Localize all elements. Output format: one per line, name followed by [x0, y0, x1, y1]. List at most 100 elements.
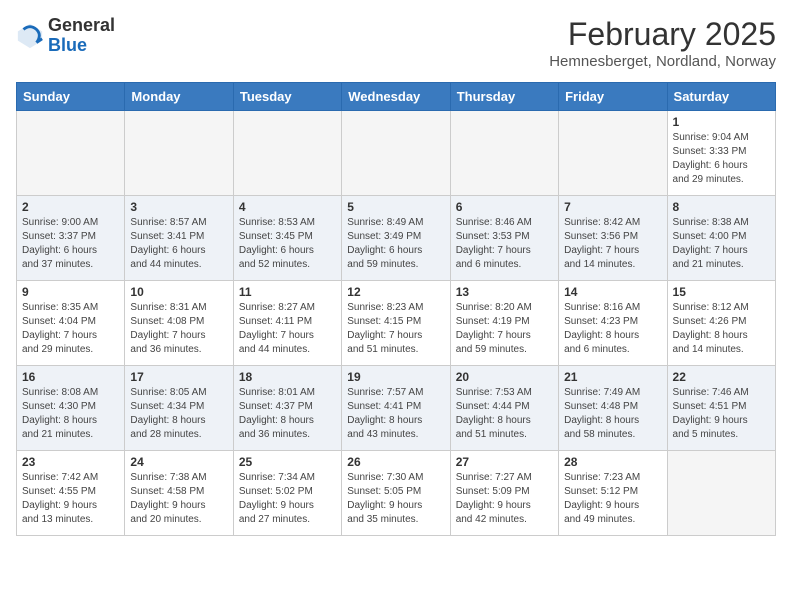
calendar-cell: 24 Sunrise: 7:38 AM Sunset: 4:58 PM Dayli… [125, 451, 233, 536]
calendar-cell: 20 Sunrise: 7:53 AM Sunset: 4:44 PM Dayli… [450, 366, 558, 451]
day-info: Sunrise: 7:23 AM Sunset: 5:12 PM Dayligh… [564, 471, 661, 527]
day-number: 19 [347, 370, 444, 384]
week-row-1: 1Sunrise: 9:04 AM Sunset: 3:33 PM Daylig… [17, 111, 776, 196]
day-number: 21 [564, 370, 661, 384]
calendar-cell: 11 Sunrise: 8:27 AM Sunset: 4:11 PM Dayli… [233, 281, 341, 366]
day-info: Sunrise: 8:57 AM Sunset: 3:41 PM Dayligh… [130, 216, 227, 272]
calendar-cell: 9 Sunrise: 8:35 AM Sunset: 4:04 PM Daylig… [17, 281, 125, 366]
day-info: Sunrise: 8:35 AM Sunset: 4:04 PM Dayligh… [22, 301, 119, 357]
day-info: Sunrise: 9:00 AM Sunset: 3:37 PM Dayligh… [22, 216, 119, 272]
day-number: 12 [347, 285, 444, 299]
day-number: 22 [673, 370, 770, 384]
calendar-cell: 8Sunrise: 8:38 AM Sunset: 4:00 PM Daylig… [667, 196, 775, 281]
day-number: 28 [564, 455, 661, 469]
day-info: Sunrise: 7:42 AM Sunset: 4:55 PM Dayligh… [22, 471, 119, 527]
calendar-cell: 15 Sunrise: 8:12 AM Sunset: 4:26 PM Dayli… [667, 281, 775, 366]
day-info: Sunrise: 8:46 AM Sunset: 3:53 PM Dayligh… [456, 216, 553, 272]
day-info: Sunrise: 8:42 AM Sunset: 3:56 PM Dayligh… [564, 216, 661, 272]
calendar-cell: 16 Sunrise: 8:08 AM Sunset: 4:30 PM Dayli… [17, 366, 125, 451]
calendar-cell: 3Sunrise: 8:57 AM Sunset: 3:41 PM Daylig… [125, 196, 233, 281]
day-number: 27 [456, 455, 553, 469]
calendar-header-thursday: Thursday [450, 83, 558, 111]
day-info: Sunrise: 8:08 AM Sunset: 4:30 PM Dayligh… [22, 386, 119, 442]
logo: General Blue [16, 16, 115, 56]
day-number: 5 [347, 200, 444, 214]
calendar-cell [667, 451, 775, 536]
calendar-header-friday: Friday [559, 83, 667, 111]
calendar-cell: 28 Sunrise: 7:23 AM Sunset: 5:12 PM Dayli… [559, 451, 667, 536]
day-number: 15 [673, 285, 770, 299]
title-area: February 2025 Hemnesberget, Nordland, No… [549, 16, 776, 70]
week-row-3: 9 Sunrise: 8:35 AM Sunset: 4:04 PM Daylig… [17, 281, 776, 366]
day-info: Sunrise: 7:38 AM Sunset: 4:58 PM Dayligh… [130, 471, 227, 527]
day-number: 6 [456, 200, 553, 214]
day-number: 16 [22, 370, 119, 384]
day-info: Sunrise: 7:46 AM Sunset: 4:51 PM Dayligh… [673, 386, 770, 442]
location: Hemnesberget, Nordland, Norway [549, 53, 776, 70]
day-number: 4 [239, 200, 336, 214]
day-number: 24 [130, 455, 227, 469]
day-info: Sunrise: 8:31 AM Sunset: 4:08 PM Dayligh… [130, 301, 227, 357]
day-info: Sunrise: 7:57 AM Sunset: 4:41 PM Dayligh… [347, 386, 444, 442]
day-number: 17 [130, 370, 227, 384]
day-info: Sunrise: 7:34 AM Sunset: 5:02 PM Dayligh… [239, 471, 336, 527]
day-info: Sunrise: 8:38 AM Sunset: 4:00 PM Dayligh… [673, 216, 770, 272]
day-info: Sunrise: 8:27 AM Sunset: 4:11 PM Dayligh… [239, 301, 336, 357]
calendar-header-tuesday: Tuesday [233, 83, 341, 111]
calendar-header-saturday: Saturday [667, 83, 775, 111]
day-number: 10 [130, 285, 227, 299]
calendar-cell: 12 Sunrise: 8:23 AM Sunset: 4:15 PM Dayli… [342, 281, 450, 366]
day-info: Sunrise: 8:16 AM Sunset: 4:23 PM Dayligh… [564, 301, 661, 357]
calendar-cell: 22 Sunrise: 7:46 AM Sunset: 4:51 PM Dayli… [667, 366, 775, 451]
day-number: 9 [22, 285, 119, 299]
calendar-cell [125, 111, 233, 196]
day-number: 23 [22, 455, 119, 469]
day-number: 7 [564, 200, 661, 214]
day-number: 25 [239, 455, 336, 469]
week-row-4: 16 Sunrise: 8:08 AM Sunset: 4:30 PM Dayli… [17, 366, 776, 451]
week-row-2: 2 Sunrise: 9:00 AM Sunset: 3:37 PM Daylig… [17, 196, 776, 281]
calendar-cell: 19 Sunrise: 7:57 AM Sunset: 4:41 PM Dayli… [342, 366, 450, 451]
calendar-cell: 26 Sunrise: 7:30 AM Sunset: 5:05 PM Dayli… [342, 451, 450, 536]
day-info: Sunrise: 7:53 AM Sunset: 4:44 PM Dayligh… [456, 386, 553, 442]
calendar-cell: 18 Sunrise: 8:01 AM Sunset: 4:37 PM Dayli… [233, 366, 341, 451]
calendar-cell: 10 Sunrise: 8:31 AM Sunset: 4:08 PM Dayli… [125, 281, 233, 366]
calendar-cell: 14 Sunrise: 8:16 AM Sunset: 4:23 PM Dayli… [559, 281, 667, 366]
logo-icon [16, 22, 44, 50]
calendar-header-sunday: Sunday [17, 83, 125, 111]
calendar-header-monday: Monday [125, 83, 233, 111]
day-info: Sunrise: 8:49 AM Sunset: 3:49 PM Dayligh… [347, 216, 444, 272]
day-info: Sunrise: 8:12 AM Sunset: 4:26 PM Dayligh… [673, 301, 770, 357]
day-info: Sunrise: 8:05 AM Sunset: 4:34 PM Dayligh… [130, 386, 227, 442]
calendar-cell: 25 Sunrise: 7:34 AM Sunset: 5:02 PM Dayli… [233, 451, 341, 536]
calendar-cell: 27Sunrise: 7:27 AM Sunset: 5:09 PM Dayli… [450, 451, 558, 536]
day-info: Sunrise: 8:53 AM Sunset: 3:45 PM Dayligh… [239, 216, 336, 272]
calendar-cell: 6 Sunrise: 8:46 AM Sunset: 3:53 PM Daylig… [450, 196, 558, 281]
day-info: Sunrise: 8:01 AM Sunset: 4:37 PM Dayligh… [239, 386, 336, 442]
day-number: 14 [564, 285, 661, 299]
week-row-5: 23 Sunrise: 7:42 AM Sunset: 4:55 PM Dayli… [17, 451, 776, 536]
calendar-cell: 2 Sunrise: 9:00 AM Sunset: 3:37 PM Daylig… [17, 196, 125, 281]
calendar-cell: 17 Sunrise: 8:05 AM Sunset: 4:34 PM Dayli… [125, 366, 233, 451]
day-number: 1 [673, 115, 770, 129]
calendar-cell [342, 111, 450, 196]
calendar-cell: 5 Sunrise: 8:49 AM Sunset: 3:49 PM Daylig… [342, 196, 450, 281]
logo-text: General Blue [48, 16, 115, 56]
calendar-cell: 4 Sunrise: 8:53 AM Sunset: 3:45 PM Daylig… [233, 196, 341, 281]
calendar-cell: 23 Sunrise: 7:42 AM Sunset: 4:55 PM Dayli… [17, 451, 125, 536]
day-info: Sunrise: 7:30 AM Sunset: 5:05 PM Dayligh… [347, 471, 444, 527]
calendar-cell: 13Sunrise: 8:20 AM Sunset: 4:19 PM Dayli… [450, 281, 558, 366]
page-header: General Blue February 2025 Hemnesberget,… [16, 16, 776, 70]
day-info: Sunrise: 8:23 AM Sunset: 4:15 PM Dayligh… [347, 301, 444, 357]
month-title: February 2025 [549, 16, 776, 53]
day-number: 18 [239, 370, 336, 384]
calendar-cell [17, 111, 125, 196]
calendar-header-row: SundayMondayTuesdayWednesdayThursdayFrid… [17, 83, 776, 111]
day-number: 11 [239, 285, 336, 299]
calendar-cell: 7 Sunrise: 8:42 AM Sunset: 3:56 PM Daylig… [559, 196, 667, 281]
calendar-table: SundayMondayTuesdayWednesdayThursdayFrid… [16, 82, 776, 536]
day-number: 2 [22, 200, 119, 214]
day-number: 26 [347, 455, 444, 469]
day-number: 20 [456, 370, 553, 384]
calendar-cell: 1Sunrise: 9:04 AM Sunset: 3:33 PM Daylig… [667, 111, 775, 196]
